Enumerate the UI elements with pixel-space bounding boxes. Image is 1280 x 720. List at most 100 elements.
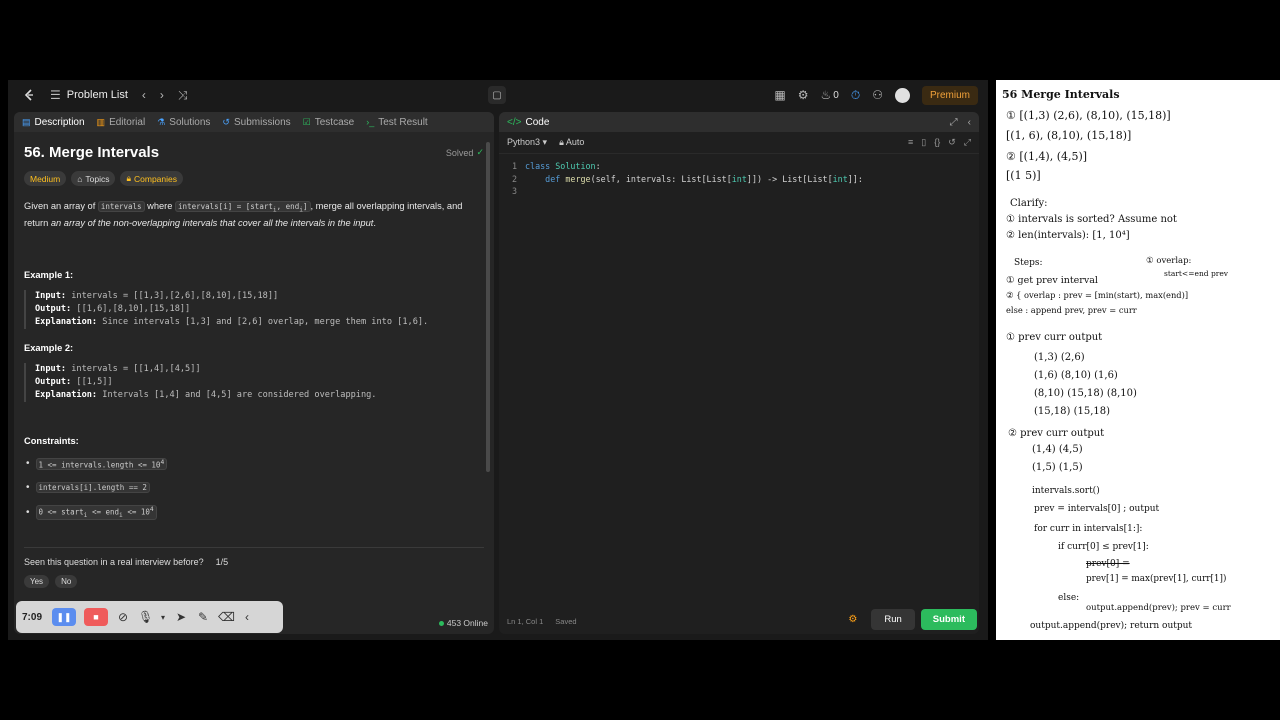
cursor-icon[interactable]: ➤ (174, 610, 188, 624)
problem-title[interactable]: 56. Merge Intervals (24, 144, 159, 161)
microphone-icon[interactable]: 🎙︎ (138, 610, 153, 624)
save-status: Saved (555, 617, 577, 626)
collapse-icon[interactable]: ‹ (968, 117, 971, 128)
code-panel: </> Code ⤢ ‹ Python3 ▾ 🔒︎ Auto ≡ ▯ {} ↺ … (499, 112, 979, 634)
notes-toggle-icon[interactable]: ▢ (488, 86, 506, 104)
note-line: if curr[0] ≤ prev[1]: (1058, 542, 1149, 552)
description-scrollbar[interactable] (486, 142, 490, 472)
auto-mode[interactable]: 🔒︎ Auto (559, 137, 584, 148)
note-line: ② prev curr output (1008, 428, 1105, 439)
code-icon: </> (507, 116, 522, 128)
note-line: ① overlap: (1146, 256, 1192, 266)
note-line: ② [(1,4), (4,5)] (1006, 150, 1088, 163)
note-line: output.append(prev); return output (1030, 621, 1193, 631)
code-editor[interactable]: 1 class Solution: 2 def merge(self, inte… (499, 154, 979, 198)
format-icon[interactable]: ≡ (908, 137, 913, 148)
layout-icon[interactable]: ▦ (774, 88, 785, 102)
fullscreen-icon[interactable]: ⤢ (964, 137, 971, 148)
top-bar: ☰ Problem List ‹ › ⤨ ▢ ▦ ⚙ ♨ 0 ⏱ ⚇ Premi… (8, 80, 988, 110)
yes-button[interactable]: Yes (24, 575, 50, 588)
divider (24, 547, 484, 548)
reset-icon[interactable]: ↺ (948, 137, 956, 148)
note-line: prev[0] = (1086, 559, 1130, 569)
timer-icon[interactable]: ⏱ (851, 88, 860, 103)
collapse-chevron-icon[interactable]: ‹ (240, 610, 254, 624)
run-button[interactable]: Run (871, 609, 915, 630)
editor-status: Ln 1, Col 1 Saved (507, 617, 577, 626)
checkbox-icon: ☑ (302, 116, 311, 127)
tab-test-result[interactable]: ›_ Test Result (366, 117, 427, 128)
lock-icon: 🔒︎ (126, 173, 131, 183)
eraser-icon[interactable]: ⌫ (218, 610, 235, 624)
no-button[interactable]: No (55, 575, 78, 588)
note-line: ② { overlap : prev = [min(start), max(en… (1006, 290, 1189, 300)
description-panel: ▤ Description ▥ Editorial ⚗ Solutions ↺ Subm… (14, 112, 494, 634)
note-line: ① prev curr output (1006, 332, 1103, 343)
note-line: (8,10) (15,18) (8,10) (1034, 388, 1137, 399)
example-2-block: Input: intervals = [[1,4],[4,5]] Output:… (24, 362, 484, 402)
leetcode-logo-icon[interactable] (22, 88, 36, 102)
shuffle-icon[interactable]: ⤨ (178, 88, 188, 103)
pen-icon[interactable]: ✎ (196, 610, 210, 624)
prev-problem-icon[interactable]: ‹ (142, 88, 146, 102)
leetcode-app: ☰ Problem List ‹ › ⤨ ▢ ▦ ⚙ ♨ 0 ⏱ ⚇ Premi… (8, 80, 988, 640)
add-friend-icon[interactable]: ⚇ (872, 88, 883, 102)
avatar[interactable] (894, 87, 910, 103)
constraint-item: intervals[i].length == 2 (26, 482, 484, 493)
stop-button[interactable]: ■ (84, 608, 108, 626)
tag-icon: ⌂ (77, 173, 83, 184)
tab-description[interactable]: ▤ Description (22, 117, 85, 128)
code-header: </> Code ⤢ ‹ (499, 112, 979, 132)
notes-title: 56 Merge Intervals (1002, 88, 1120, 101)
topics-tag[interactable]: ⌂ Topics (71, 171, 116, 186)
constraints-heading: Constraints: (24, 435, 79, 446)
note-line: start<=end prev (1164, 269, 1229, 278)
pause-button[interactable]: ❚❚ (52, 608, 76, 626)
tab-editorial[interactable]: ▥ Editorial (97, 117, 146, 128)
terminal-icon: ›_ (366, 117, 375, 127)
solved-status: Solved ✓ (445, 147, 484, 158)
braces-icon[interactable]: {} (934, 137, 940, 148)
history-icon: ↺ (222, 116, 230, 127)
chevron-down-icon[interactable]: ▾ (160, 613, 166, 622)
example-1-block: Input: intervals = [[1,3],[2,6],[8,10],[… (24, 289, 484, 329)
maximize-icon[interactable]: ⤢ (950, 117, 958, 128)
note-line: prev[1] = max(prev[1], curr[1]) (1086, 574, 1227, 584)
note-line: ① intervals is sorted? Assume not (1006, 214, 1177, 225)
note-line: ② len(intervals): [1, 10⁴] (1006, 230, 1130, 241)
debug-icon[interactable]: ⚙ (848, 614, 857, 625)
tab-solutions[interactable]: ⚗ Solutions (157, 117, 210, 128)
problem-list-button[interactable]: ☰ Problem List (50, 88, 128, 102)
list-icon: ☰ (50, 88, 61, 102)
companies-tag[interactable]: 🔒︎ Companies (120, 171, 183, 186)
cursor-position: Ln 1, Col 1 (507, 617, 544, 626)
note-line: for curr in intervals[1:]: (1034, 524, 1143, 534)
bookmark-icon[interactable]: ▯ (921, 137, 926, 148)
note-line: [(1, 6), (8,10), (15,18)] (1006, 129, 1132, 142)
premium-button[interactable]: Premium (921, 85, 978, 105)
next-problem-icon[interactable]: › (160, 88, 164, 102)
description-tabs: ▤ Description ▥ Editorial ⚗ Solutions ↺ Subm… (14, 112, 494, 132)
book-icon: ▥ (96, 116, 106, 127)
submit-button[interactable]: Submit (920, 609, 977, 630)
constraints-list: 1 <= intervals.length <= 104 intervals[i… (24, 457, 484, 520)
inline-code: intervals (97, 201, 145, 212)
language-select[interactable]: Python3 ▾ (507, 137, 547, 148)
run-buttons: ⚙ Run Submit (848, 609, 977, 630)
note-line: ① [(1,3) (2,6), (8,10), (15,18)] (1006, 109, 1171, 122)
streak-flame-icon[interactable]: ♨ 0 (821, 88, 839, 102)
tab-submissions[interactable]: ↺ Submissions (222, 117, 290, 128)
note-line: else : append prev, prev = curr (1006, 305, 1137, 315)
camera-off-icon[interactable]: ⊘ (116, 610, 130, 624)
note-line: (15,18) (15,18) (1034, 406, 1111, 417)
note-line: else: (1058, 593, 1080, 603)
tab-testcase[interactable]: ☑ Testcase (303, 117, 355, 128)
code-line: 2 def merge(self, intervals: List[List[i… (511, 173, 863, 184)
code-line: 1 class Solution: (511, 161, 601, 171)
note-line: output.append(prev); prev = curr (1086, 603, 1231, 613)
problem-description: Given an array of intervals where interv… (24, 201, 463, 228)
example-2-heading: Example 2: (24, 342, 74, 353)
note-line: ① get prev interval (1006, 275, 1098, 286)
recording-time: 7:09 (22, 611, 43, 623)
settings-gear-icon[interactable]: ⚙ (798, 88, 809, 102)
